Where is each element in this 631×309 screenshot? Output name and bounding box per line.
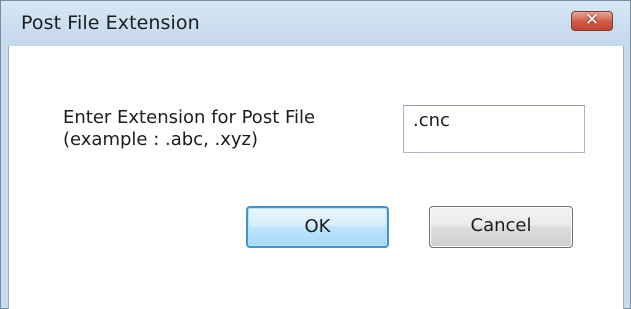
prompt-line-1: Enter Extension for Post File	[63, 107, 316, 128]
extension-prompt-label: Enter Extension for Post File (example :…	[63, 107, 315, 151]
ok-button[interactable]: OK	[246, 206, 389, 248]
close-button[interactable]: ✕	[571, 11, 613, 31]
title-bar[interactable]: Post File Extension ✕	[1, 1, 630, 46]
dialog-body: Enter Extension for Post File (example :…	[8, 46, 624, 309]
cancel-button[interactable]: Cancel	[429, 206, 573, 248]
extension-input[interactable]	[403, 105, 585, 153]
close-icon: ✕	[584, 10, 600, 30]
prompt-line-2: (example : .abc, .xyz)	[63, 129, 259, 150]
window-title: Post File Extension	[21, 12, 200, 34]
dialog-window: Post File Extension ✕ Enter Extension fo…	[0, 0, 631, 309]
